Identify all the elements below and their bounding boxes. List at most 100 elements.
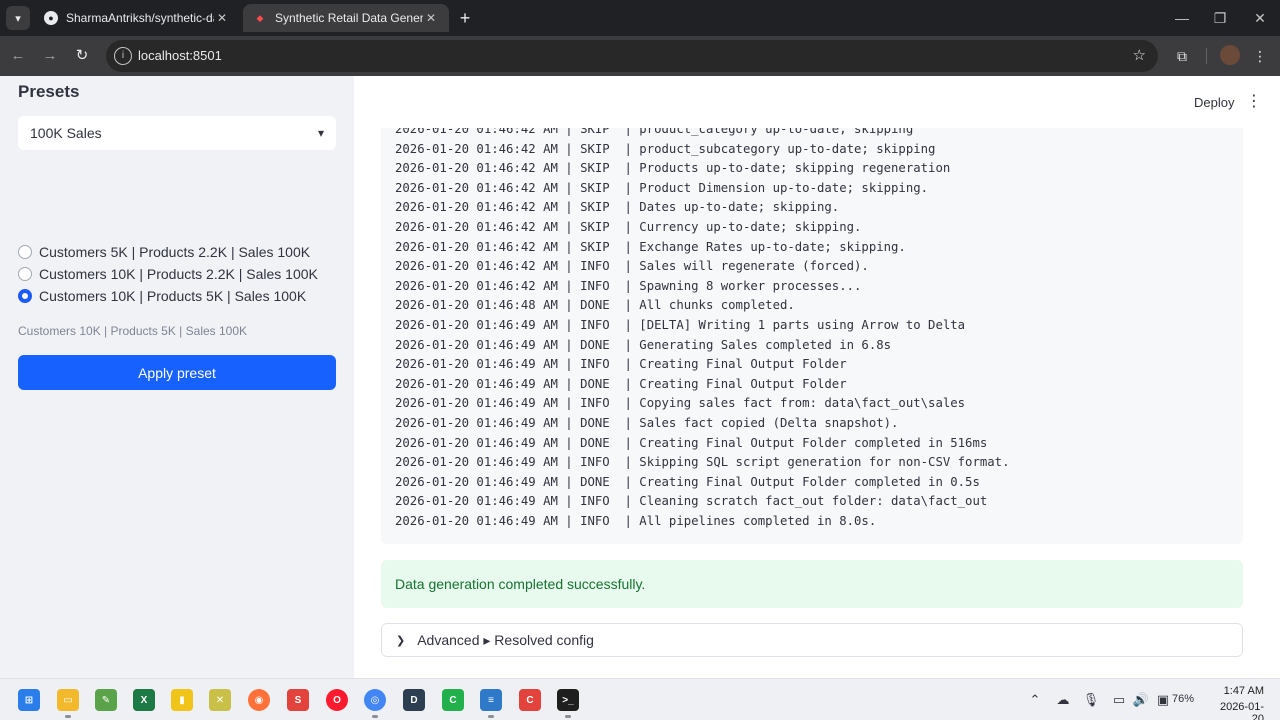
notepad-icon[interactable]: ✎ xyxy=(95,689,117,711)
windows-start-icon[interactable]: ⊞ xyxy=(18,689,40,711)
profile-avatar[interactable] xyxy=(1220,45,1240,65)
log-output: 2026-01-20 01:46:42 AM | SKIP | product_… xyxy=(381,128,1243,544)
chevron-down-icon: ▾ xyxy=(317,126,324,140)
address-bar[interactable]: i localhost:8501 ☆ xyxy=(106,40,1158,72)
log-line: 2026-01-20 01:46:42 AM | SKIP | product_… xyxy=(395,128,914,136)
opera-icon[interactable]: O xyxy=(326,689,348,711)
radio-button[interactable] xyxy=(18,267,32,281)
back-icon[interactable]: ← xyxy=(8,46,28,66)
new-tab-icon[interactable]: + xyxy=(455,8,475,28)
network-icon[interactable]: ▭ xyxy=(1110,692,1128,708)
clock-time[interactable]: 1:47 AM xyxy=(1218,685,1264,697)
tabular-editor-icon[interactable]: ✕ xyxy=(209,689,231,711)
radio-label: Customers 10K | Products 2.2K | Sales 10… xyxy=(39,266,318,282)
radio-label: Customers 10K | Products 5K | Sales 100K xyxy=(39,288,307,304)
close-icon[interactable]: ✕ xyxy=(423,11,439,25)
tab-title: Synthetic Retail Data Generator xyxy=(275,11,423,25)
database-icon[interactable]: ≡ xyxy=(480,689,502,711)
firefox-icon[interactable]: ◉ xyxy=(248,689,270,711)
apply-preset-button[interactable]: Apply preset xyxy=(18,355,336,390)
log-line: 2026-01-20 01:46:42 AM | INFO | Sales wi… xyxy=(395,259,869,274)
microphone-icon[interactable]: 🎙 xyxy=(1082,692,1100,708)
minimize-icon[interactable]: — xyxy=(1172,8,1192,28)
browser-menu-icon[interactable]: ⋮ xyxy=(1250,46,1270,66)
power-bi-icon[interactable]: ▮ xyxy=(171,689,193,711)
tab-title: SharmaAntriksh/synthetic-data xyxy=(66,11,214,25)
main-menu-icon[interactable]: ⋮ xyxy=(1246,92,1262,112)
log-line: 2026-01-20 01:46:49 AM | INFO | Creating… xyxy=(395,357,847,372)
app-s-icon[interactable]: S xyxy=(287,689,309,711)
log-line: 2026-01-20 01:46:49 AM | INFO | All pipe… xyxy=(395,514,877,528)
log-line: 2026-01-20 01:46:42 AM | INFO | Spawning… xyxy=(395,278,862,293)
tab-search-icon[interactable]: ▾ xyxy=(6,6,30,30)
recorder-icon[interactable]: C xyxy=(519,689,541,711)
advanced-config-expander[interactable]: ❯ Advanced ▸ Resolved config xyxy=(381,623,1243,657)
terminal-icon[interactable]: >_ xyxy=(557,689,579,711)
camtasia-icon[interactable]: C xyxy=(442,689,464,711)
preset-radio-option[interactable]: Customers 10K | Products 2.2K | Sales 10… xyxy=(18,263,318,285)
battery-icon[interactable]: ▣ xyxy=(1154,692,1172,708)
chevron-right-icon: ❯ xyxy=(396,634,406,647)
preset-radio-option[interactable]: Customers 5K | Products 2.2K | Sales 100… xyxy=(18,241,310,263)
close-icon[interactable]: ✕ xyxy=(214,11,230,25)
log-line: 2026-01-20 01:46:42 AM | SKIP | Product … xyxy=(395,180,929,195)
clock-date[interactable]: 2026-01-20 xyxy=(1208,701,1264,720)
preset-select-value: 100K Sales xyxy=(30,125,102,141)
browser-toolbar: ← → ↻ i localhost:8501 ☆ ⧉ ⋮ xyxy=(0,36,1280,76)
log-line: 2026-01-20 01:46:42 AM | SKIP | Exchange… xyxy=(395,239,906,254)
log-line: 2026-01-20 01:46:42 AM | SKIP | Products… xyxy=(395,161,951,176)
toolbar-divider xyxy=(1206,48,1207,64)
streamlit-icon: ◆ xyxy=(256,12,264,23)
dax-studio-icon[interactable]: D xyxy=(403,689,425,711)
log-line: 2026-01-20 01:46:49 AM | DONE | Creating… xyxy=(395,376,847,391)
success-alert: Data generation completed successfully. xyxy=(381,560,1243,608)
running-indicator xyxy=(65,715,71,718)
tab-app[interactable]: ◆ Synthetic Retail Data Generator ✕ xyxy=(243,4,449,32)
log-line: 2026-01-20 01:46:42 AM | SKIP | Currency… xyxy=(395,220,862,234)
log-line: 2026-01-20 01:46:42 AM | SKIP | product_… xyxy=(395,141,936,156)
chevron-up-icon[interactable]: ⌃ xyxy=(1026,692,1044,708)
file-explorer-icon[interactable]: ▭ xyxy=(57,689,79,711)
preset-radio-option[interactable]: Customers 10K | Products 5K | Sales 100K xyxy=(18,285,306,307)
log-line: 2026-01-20 01:46:42 AM | SKIP | Dates up… xyxy=(395,200,840,215)
deploy-button[interactable]: Deploy xyxy=(1194,95,1234,110)
chrome-icon[interactable]: ◎ xyxy=(364,689,386,711)
bookmark-star-icon[interactable]: ☆ xyxy=(1133,46,1146,64)
reload-icon[interactable]: ↻ xyxy=(72,46,92,66)
taskbar: ⊞ ▭ ✎ X ▮ ✕ ◉ S O ◎ D C ≡ C >_ ⌃ ☁ 🎙 ▭ 🔊… xyxy=(0,678,1280,720)
running-indicator xyxy=(488,715,494,718)
site-info-icon[interactable]: i xyxy=(114,47,132,65)
cloud-icon[interactable]: ☁ xyxy=(1054,692,1072,708)
radio-label: Customers 5K | Products 2.2K | Sales 100… xyxy=(39,244,311,260)
github-icon: ● xyxy=(44,11,58,25)
excel-icon[interactable]: X xyxy=(133,689,155,711)
restore-icon[interactable]: ❐ xyxy=(1210,8,1230,28)
running-indicator xyxy=(565,715,571,718)
extensions-icon[interactable]: ⧉ xyxy=(1172,46,1192,66)
log-line: 2026-01-20 01:46:49 AM | DONE | Creating… xyxy=(395,435,988,450)
window-close-icon[interactable]: ✕ xyxy=(1250,8,1270,28)
radio-button[interactable] xyxy=(18,245,32,259)
forward-icon[interactable]: → xyxy=(40,46,60,66)
log-line: 2026-01-20 01:46:49 AM | DONE | Generati… xyxy=(395,337,892,352)
preset-caption: Customers 10K | Products 5K | Sales 100K xyxy=(18,324,248,338)
log-line: 2026-01-20 01:46:49 AM | INFO | Copying … xyxy=(395,396,966,411)
running-indicator xyxy=(372,715,378,718)
volume-icon[interactable]: 🔊 xyxy=(1132,692,1150,708)
log-line: 2026-01-20 01:46:49 AM | DONE | Sales fa… xyxy=(395,416,899,430)
success-message: Data generation completed successfully. xyxy=(395,576,646,592)
preset-select[interactable]: 100K Sales ▾ xyxy=(18,116,336,150)
log-line: 2026-01-20 01:46:49 AM | DONE | Creating… xyxy=(395,474,980,489)
radio-button-selected[interactable] xyxy=(18,289,32,303)
expander-label: Advanced ▸ Resolved config xyxy=(417,631,594,648)
browser-tabbar: ▾ ● SharmaAntriksh/synthetic-data ✕ ◆ Sy… xyxy=(0,0,1280,36)
url-text: localhost:8501 xyxy=(138,48,222,63)
app-header xyxy=(354,76,1280,128)
log-line: 2026-01-20 01:46:49 AM | INFO | Skipping… xyxy=(395,455,1010,470)
battery-percent: 76% xyxy=(1172,693,1195,705)
presets-heading: Presets xyxy=(18,82,80,101)
log-line: 2026-01-20 01:46:48 AM | DONE | All chun… xyxy=(395,298,795,313)
log-line: 2026-01-20 01:46:49 AM | INFO | [DELTA] … xyxy=(395,318,966,332)
log-line: 2026-01-20 01:46:49 AM | INFO | Cleaning… xyxy=(395,494,988,509)
tab-github[interactable]: ● SharmaAntriksh/synthetic-data ✕ xyxy=(34,4,240,32)
